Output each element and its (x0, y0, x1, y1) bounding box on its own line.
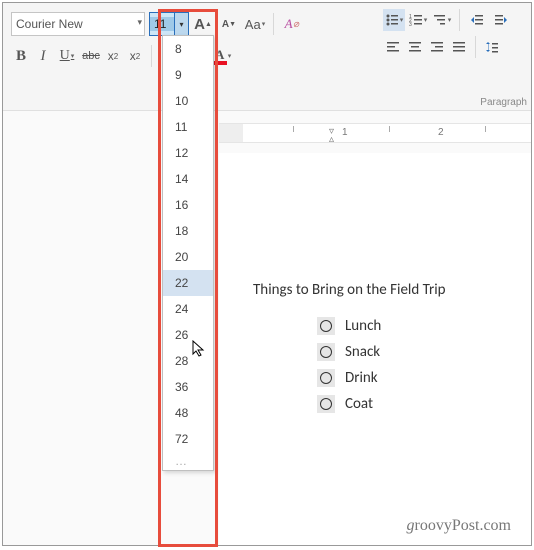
font-size-option[interactable]: 12 (163, 140, 213, 166)
bullets-button[interactable]: ▾ (383, 9, 405, 31)
font-size-option[interactable]: 11 (163, 114, 213, 140)
chevron-down-icon: ▾ (424, 16, 428, 24)
font-size-option[interactable]: 8 (163, 36, 213, 62)
justify-button[interactable] (449, 35, 469, 59)
font-size-option[interactable]: 14 (163, 166, 213, 192)
align-right-button[interactable] (427, 35, 447, 59)
chevron-down-icon: ▾ (228, 52, 232, 60)
outdent-icon (470, 13, 484, 27)
indent-icon (494, 13, 508, 27)
indent-marker-icon[interactable]: ▵ (329, 134, 334, 145)
justify-icon (452, 41, 466, 53)
align-left-button[interactable] (383, 35, 403, 59)
document-heading: Things to Bring on the Field Trip (253, 281, 446, 299)
font-size-option[interactable]: 18 (163, 218, 213, 244)
multilevel-icon (433, 13, 447, 27)
grow-font-button[interactable]: A▲ (191, 12, 215, 36)
radio-bullet-icon (317, 317, 335, 335)
radio-bullet-icon (317, 343, 335, 361)
watermark: groovyPost.com (407, 517, 511, 535)
chevron-down-icon: ▾ (71, 52, 75, 60)
font-size-option[interactable]: 36 (163, 374, 213, 400)
list-item: Lunch (317, 313, 381, 339)
align-center-button[interactable] (405, 35, 425, 59)
numbering-icon: 123 (409, 13, 423, 27)
font-size-option[interactable]: 9 (163, 62, 213, 88)
clear-formatting-button[interactable]: A ⊘ (280, 12, 304, 36)
group-label-paragraph: Paragraph (480, 97, 527, 108)
separator (151, 45, 152, 67)
font-name-combo[interactable]: Courier New ▾ (11, 12, 145, 36)
align-left-icon (386, 41, 400, 53)
list-item: Drink (317, 365, 381, 391)
separator (273, 13, 274, 35)
multilevel-list-button[interactable]: ▾ (431, 9, 453, 31)
font-size-option[interactable]: 28 (163, 348, 213, 374)
font-size-option-more: … (163, 452, 213, 470)
ruler-tick: 1 (342, 127, 348, 138)
chevron-down-icon: ▾ (262, 20, 266, 28)
bullets-icon (385, 13, 399, 27)
chevron-down-icon: ▾ (137, 17, 142, 28)
font-size-option[interactable]: 26 (163, 322, 213, 348)
list-item-label: Lunch (345, 317, 381, 335)
font-size-option[interactable]: 22 (163, 270, 213, 296)
change-case-button[interactable]: Aa▾ (243, 12, 267, 36)
underline-button[interactable]: U▾ (55, 44, 79, 68)
chevron-down-icon: ▾ (400, 16, 404, 24)
numbering-button[interactable]: 123 ▾ (407, 9, 429, 31)
shrink-font-button[interactable]: A▼ (217, 12, 241, 36)
font-size-option[interactable]: 20 (163, 244, 213, 270)
radio-bullet-icon (317, 369, 335, 387)
superscript-button[interactable]: x2 (125, 44, 145, 68)
chevron-down-icon: ▾ (448, 16, 452, 24)
list-item: Snack (317, 339, 381, 365)
line-spacing-button[interactable] (482, 35, 502, 59)
font-size-option[interactable]: 24 (163, 296, 213, 322)
chevron-down-icon[interactable]: ▾ (174, 13, 188, 35)
list-item-label: Coat (345, 395, 373, 413)
italic-button[interactable]: I (33, 44, 53, 68)
radio-bullet-icon (317, 395, 335, 413)
font-size-option[interactable]: 16 (163, 192, 213, 218)
font-size-option[interactable]: 48 (163, 400, 213, 426)
increase-indent-button[interactable] (490, 9, 512, 31)
align-center-icon (408, 41, 422, 53)
strikethrough-button[interactable]: abc (81, 44, 101, 68)
font-size-combo[interactable]: 11 ▾ (149, 12, 189, 36)
font-size-option[interactable]: 72 (163, 426, 213, 452)
subscript-button[interactable]: x2 (103, 44, 123, 68)
separator (459, 9, 460, 31)
list-item-label: Snack (345, 343, 380, 361)
ruler-tick: 2 (438, 127, 444, 138)
font-size-option[interactable]: 10 (163, 88, 213, 114)
decrease-indent-button[interactable] (466, 9, 488, 31)
ruler[interactable]: ▿ ▵ 1 2 (219, 123, 531, 143)
document-area[interactable]: Things to Bring on the Field Trip Lunch S… (219, 153, 531, 545)
svg-text:3: 3 (409, 22, 412, 27)
bold-button[interactable]: B (11, 44, 31, 68)
line-spacing-icon (485, 40, 499, 54)
font-color-icon (213, 61, 227, 65)
font-size-value: 11 (150, 17, 174, 31)
list-item: Coat (317, 391, 381, 417)
separator (475, 36, 476, 58)
align-right-icon (430, 41, 444, 53)
font-size-dropdown[interactable]: 891011121416182022242628364872… (162, 35, 214, 471)
font-name-value: Courier New (16, 17, 83, 31)
list-item-label: Drink (345, 369, 378, 387)
